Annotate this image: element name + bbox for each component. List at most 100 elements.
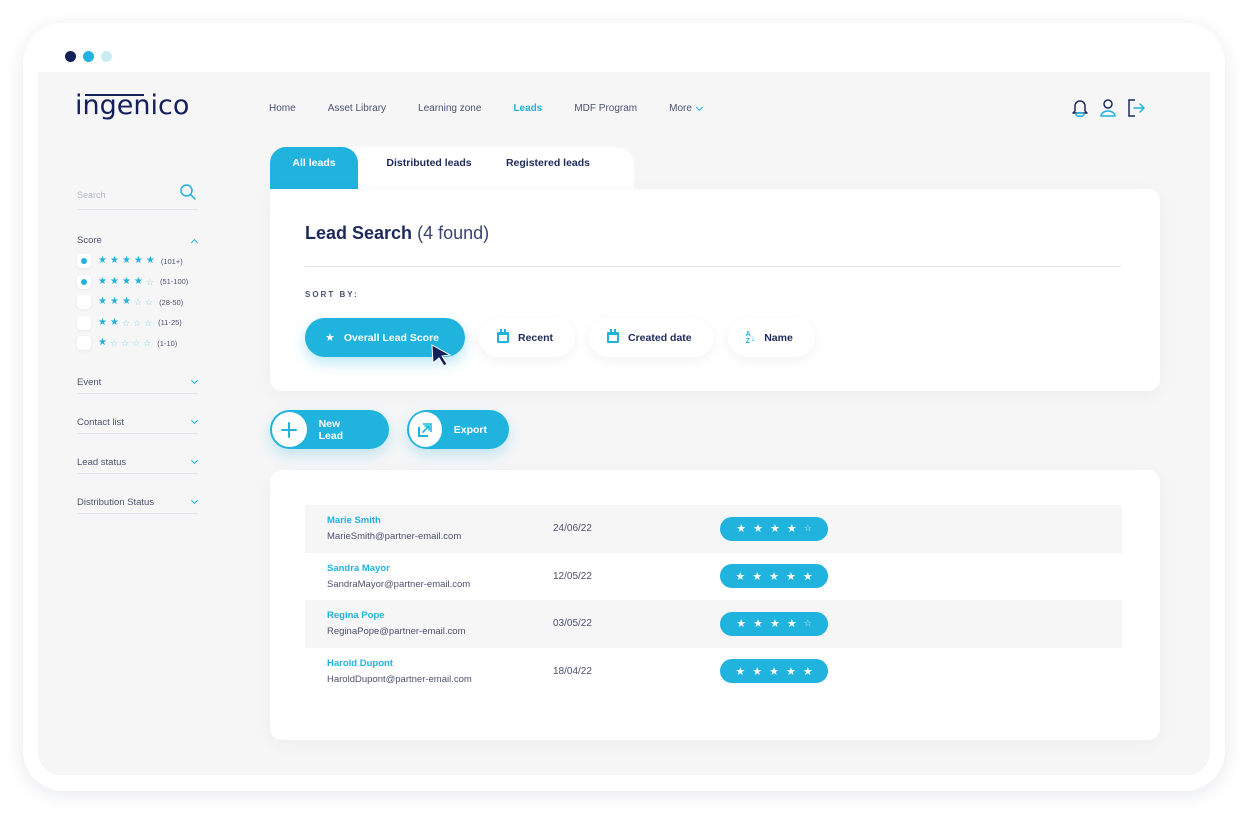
- score-options: ★ ★ ★ ★ ★ (101+) ★ ★ ★ ★ ☆ (51-100) ★ ★ ★ ☆ ☆ (28-50) ★ ★ ☆ ☆…: [77, 251, 197, 354]
- lead-email: HaroldDupont@partner-email.com: [327, 673, 472, 685]
- window-dot-blue: [83, 51, 94, 62]
- lead-name[interactable]: Harold Dupont: [327, 658, 472, 669]
- sort-overall-lead-score-button[interactable]: ★ Overall Lead Score: [305, 318, 465, 367]
- score-checkbox[interactable]: [77, 295, 91, 310]
- star-filled-icon: ★: [753, 618, 763, 631]
- star-empty-icon: ☆: [803, 523, 812, 534]
- nav-asset-library[interactable]: Asset Library: [328, 103, 386, 114]
- logo[interactable]: ingenico: [75, 90, 189, 121]
- lead-tabs: All leads Distributed leads Registered l…: [270, 147, 634, 192]
- user-icon[interactable]: [1098, 97, 1118, 119]
- lead-score-badge[interactable]: ★ ★ ★ ★ ★: [720, 659, 828, 684]
- nav-more[interactable]: More: [669, 103, 703, 114]
- calendar-icon: [607, 329, 620, 343]
- lead-name[interactable]: Sandra Mayor: [327, 563, 470, 574]
- chevron-down-icon: [190, 456, 199, 465]
- lead-date: 12/05/22: [553, 570, 592, 582]
- star-empty-icon: ☆: [133, 317, 142, 328]
- filter-contact-list[interactable]: Contact list: [77, 412, 199, 434]
- star-empty-icon: ☆: [132, 338, 141, 349]
- export-label: Export: [453, 423, 487, 436]
- sort-created-date-button[interactable]: Created date: [589, 318, 714, 357]
- lead-contact: Harold Dupont HaroldDupont@partner-email.…: [327, 658, 472, 685]
- score-option[interactable]: ★ ★ ★ ☆ ☆ (28-50): [77, 292, 197, 313]
- star-empty-icon: ☆: [133, 297, 142, 308]
- new-lead-button[interactable]: New Lead: [270, 410, 389, 449]
- chevron-down-icon: [190, 416, 199, 425]
- table-row[interactable]: Sandra Mayor SandraMayor@partner-email.co…: [305, 553, 1122, 601]
- lead-date: 03/05/22: [553, 618, 592, 630]
- star-empty-icon: ☆: [121, 338, 130, 349]
- star-rating: ★ ★ ★ ★ ★: [98, 256, 155, 266]
- star-filled-icon: ★: [802, 665, 813, 678]
- star-filled-icon: ★: [752, 665, 763, 678]
- score-option[interactable]: ★ ★ ★ ★ ★ (101+): [77, 251, 197, 272]
- star-icon: ★: [325, 332, 335, 344]
- lead-score-badge[interactable]: ★ ★ ★ ★ ☆: [720, 516, 828, 541]
- nav-leads[interactable]: Leads: [513, 103, 542, 114]
- score-checkbox[interactable]: [77, 336, 91, 351]
- nav-learning-zone[interactable]: Learning zone: [418, 103, 481, 114]
- app-screen: ingenico Home Asset Library Learning zon…: [38, 72, 1210, 775]
- chevron-down-icon: [190, 376, 199, 385]
- filter-event[interactable]: Event: [77, 372, 199, 394]
- sort-label-created-date: Created date: [628, 331, 692, 344]
- sort-recent-button[interactable]: Recent: [479, 318, 576, 357]
- star-filled-icon: ★: [786, 523, 797, 536]
- star-filled-icon: ★: [785, 665, 796, 678]
- calendar-icon: [497, 329, 509, 343]
- star-rating: ★ ★ ☆ ☆ ☆: [98, 317, 153, 328]
- export-button[interactable]: Export: [407, 410, 509, 449]
- star-empty-icon: ☆: [145, 276, 154, 287]
- lead-name[interactable]: Regina Pope: [327, 610, 466, 621]
- result-count: (4 found): [417, 223, 490, 243]
- lead-date: 24/06/22: [553, 523, 592, 535]
- tab-all-leads[interactable]: All leads: [270, 147, 358, 192]
- lead-contact: Sandra Mayor SandraMayor@partner-email.co…: [327, 563, 470, 590]
- lead-date: 18/04/22: [553, 665, 592, 677]
- star-empty-icon: ☆: [803, 618, 812, 629]
- star-filled-icon: ★: [769, 618, 780, 631]
- score-checkbox[interactable]: [77, 274, 91, 289]
- tab-registered-leads[interactable]: Registered leads: [500, 147, 596, 192]
- logout-icon[interactable]: [1126, 97, 1146, 119]
- sort-label-score: Overall Lead Score: [343, 331, 440, 344]
- nav-mdf-program[interactable]: MDF Program: [574, 103, 637, 114]
- star-filled-icon: ★: [109, 296, 119, 308]
- star-filled-icon: ★: [121, 296, 131, 308]
- table-row[interactable]: Marie Smith MarieSmith@partner-email.com 2…: [305, 505, 1122, 553]
- lead-email: MarieSmith@partner-email.com: [327, 531, 462, 542]
- sort-az-icon: A Z ↓: [745, 330, 756, 345]
- star-filled-icon: ★: [98, 296, 107, 308]
- search-icon[interactable]: [179, 183, 197, 206]
- title-text: Lead Search: [305, 223, 413, 243]
- sort-label-name: Name: [764, 331, 793, 344]
- checkbox-checked-mark: [81, 278, 87, 285]
- lead-score-badge[interactable]: ★ ★ ★ ★ ☆: [720, 611, 828, 636]
- sort-name-button[interactable]: A Z ↓ Name: [727, 318, 815, 357]
- score-filter-toggle[interactable]: Score: [77, 235, 199, 246]
- score-checkbox[interactable]: [77, 315, 91, 330]
- star-rating: ★ ★ ★ ★ ☆: [98, 276, 154, 287]
- score-option[interactable]: ★ ★ ★ ★ ☆ (51-100): [77, 272, 197, 293]
- lead-contact: Marie Smith MarieSmith@partner-email.com: [327, 515, 461, 542]
- star-filled-icon: ★: [735, 665, 746, 678]
- filter-distribution-status[interactable]: Distribution Status: [77, 492, 199, 514]
- lead-name[interactable]: Marie Smith: [327, 515, 461, 526]
- star-empty-icon: ☆: [144, 317, 153, 328]
- tab-distributed-leads[interactable]: Distributed leads: [358, 147, 500, 192]
- search-input[interactable]: [77, 189, 167, 200]
- filter-lead-status[interactable]: Lead status: [77, 452, 199, 474]
- star-filled-icon: ★: [133, 255, 143, 267]
- score-option[interactable]: ★ ★ ☆ ☆ ☆ (11-25): [77, 313, 197, 334]
- nav-home[interactable]: Home: [269, 103, 296, 114]
- score-option[interactable]: ★ ☆ ☆ ☆ ☆ (1-10): [77, 333, 197, 354]
- lead-score-badge[interactable]: ★ ★ ★ ★ ★: [720, 564, 828, 589]
- star-filled-icon: ★: [735, 570, 746, 583]
- table-row[interactable]: Regina Pope ReginaPope@partner-email.com 0…: [305, 600, 1122, 648]
- score-checkbox[interactable]: [77, 254, 91, 269]
- filter-distribution-status-label: Distribution Status: [77, 496, 155, 508]
- window-dot-navy: [65, 51, 76, 62]
- bell-icon[interactable]: [1070, 97, 1090, 119]
- table-row[interactable]: Harold Dupont HaroldDupont@partner-email.…: [305, 648, 1122, 696]
